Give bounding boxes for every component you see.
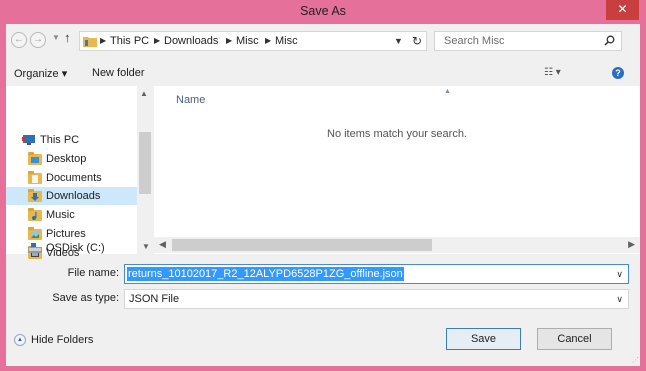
- nav-item-osdisk[interactable]: OSDisk (C:): [28, 239, 134, 257]
- change-view-button[interactable]: ☷ ▾: [544, 67, 561, 78]
- downloads-folder-icon: [28, 188, 42, 202]
- nav-item-label: Music: [46, 209, 75, 221]
- nav-item-label: OSDisk (C:): [46, 242, 105, 254]
- scroll-up-icon[interactable]: ▲: [140, 89, 148, 98]
- search-placeholder: Search Misc: [444, 35, 505, 47]
- navigation-pane: This PC Desktop Documents Downloads Musi…: [6, 86, 153, 259]
- new-folder-button[interactable]: New folder: [92, 67, 145, 79]
- close-button[interactable]: ✕: [606, 0, 639, 20]
- back-button[interactable]: ←: [11, 32, 27, 48]
- forward-arrow-icon: →: [33, 34, 43, 45]
- hide-folders-label: Hide Folders: [31, 334, 94, 346]
- search-input[interactable]: Search Misc: [434, 31, 622, 51]
- scroll-down-icon[interactable]: ▼: [142, 242, 150, 251]
- organize-button[interactable]: Organize ▾: [14, 67, 67, 80]
- file-name-value[interactable]: returns_10102017_R2_12ALYPD6528P1ZG_offl…: [127, 267, 404, 281]
- drive-icon: [28, 242, 42, 254]
- back-arrow-icon: ←: [14, 34, 24, 45]
- scroll-left-icon[interactable]: ◀: [159, 239, 166, 250]
- breadcrumb-this-pc[interactable]: This PC: [110, 35, 149, 47]
- pictures-folder-icon: [28, 226, 42, 240]
- file-pane-scrollbar[interactable]: ◀ ▶: [154, 237, 640, 253]
- help-icon[interactable]: ?: [612, 67, 624, 79]
- nav-item-label: Documents: [46, 172, 102, 184]
- chevron-down-icon[interactable]: ∨: [616, 294, 623, 305]
- breadcrumb-separator-icon: ▶: [226, 36, 233, 45]
- nav-item-desktop[interactable]: Desktop: [28, 150, 134, 168]
- hide-folders-button[interactable]: ▲ Hide Folders: [14, 334, 93, 346]
- dialog-body: ← → ▼ ↑ ▶ This PC ▶ Downloads ▶ Misc ▶ M…: [6, 24, 640, 366]
- scroll-right-icon[interactable]: ▶: [628, 239, 635, 250]
- chevron-down-icon[interactable]: ∨: [616, 269, 623, 280]
- cancel-button[interactable]: Cancel: [537, 328, 612, 350]
- file-name-label: File name:: [67, 267, 119, 279]
- breadcrumb-misc-current[interactable]: Misc: [275, 35, 298, 47]
- collapse-up-icon: ▲: [14, 334, 26, 346]
- breadcrumb-separator-icon: ▶: [265, 36, 272, 45]
- nav-item-label: This PC: [40, 134, 80, 146]
- recent-locations-dropdown[interactable]: ▼: [52, 33, 60, 42]
- desktop-folder-icon: [28, 151, 42, 165]
- documents-folder-icon: [28, 170, 42, 184]
- nav-item-this-pc[interactable]: This PC: [22, 131, 134, 149]
- scrollbar-thumb[interactable]: [172, 239, 432, 251]
- chevron-down-icon: ▼: [52, 33, 60, 42]
- nav-item-documents[interactable]: Documents: [28, 169, 134, 187]
- pc-icon: [22, 134, 36, 146]
- file-list-pane: ▲ Name No items match your search. ◀ ▶: [154, 86, 640, 254]
- nav-item-music[interactable]: Music: [28, 206, 134, 224]
- sort-ascending-icon: ▲: [444, 88, 451, 95]
- file-name-field[interactable]: returns_10102017_R2_12ALYPD6528P1ZG_offl…: [124, 264, 629, 284]
- window-title: Save As: [300, 4, 346, 18]
- save-type-select[interactable]: JSON File ∨: [124, 289, 629, 309]
- music-folder-icon: [28, 207, 42, 221]
- scrollbar-thumb[interactable]: [139, 132, 151, 194]
- up-button[interactable]: ↑: [64, 30, 71, 45]
- column-header-name[interactable]: Name: [176, 94, 205, 106]
- folder-icon: [83, 35, 97, 50]
- nav-item-downloads[interactable]: Downloads: [6, 187, 137, 205]
- search-icon: [604, 35, 615, 46]
- breadcrumb-separator-icon: ▶: [100, 36, 107, 45]
- nav-item-label: Desktop: [46, 153, 87, 165]
- address-bar[interactable]: ▶ This PC ▶ Downloads ▶ Misc ▶ Misc ▼ ↻: [79, 31, 427, 51]
- refresh-icon[interactable]: ↻: [412, 34, 422, 48]
- title-bar: Save As ✕: [0, 0, 646, 24]
- resize-grip-icon[interactable]: ⋰: [632, 356, 639, 364]
- save-type-label: Save as type:: [52, 292, 119, 304]
- forward-button[interactable]: →: [30, 32, 46, 48]
- breadcrumb-misc[interactable]: Misc: [236, 35, 259, 47]
- nav-pane-scrollbar[interactable]: ▲: [137, 86, 153, 254]
- toolbar: Organize ▾ New folder ☷ ▾ ?: [6, 60, 640, 86]
- breadcrumb-separator-icon: ▶: [154, 36, 161, 45]
- nav-item-label: Downloads: [46, 190, 101, 202]
- empty-state-message: No items match your search.: [327, 128, 467, 140]
- breadcrumb-downloads[interactable]: Downloads: [164, 35, 218, 47]
- address-dropdown-icon[interactable]: ▼: [394, 36, 403, 46]
- save-button[interactable]: Save: [446, 328, 521, 350]
- up-arrow-icon: ↑: [64, 30, 71, 45]
- save-type-value: JSON File: [129, 293, 180, 305]
